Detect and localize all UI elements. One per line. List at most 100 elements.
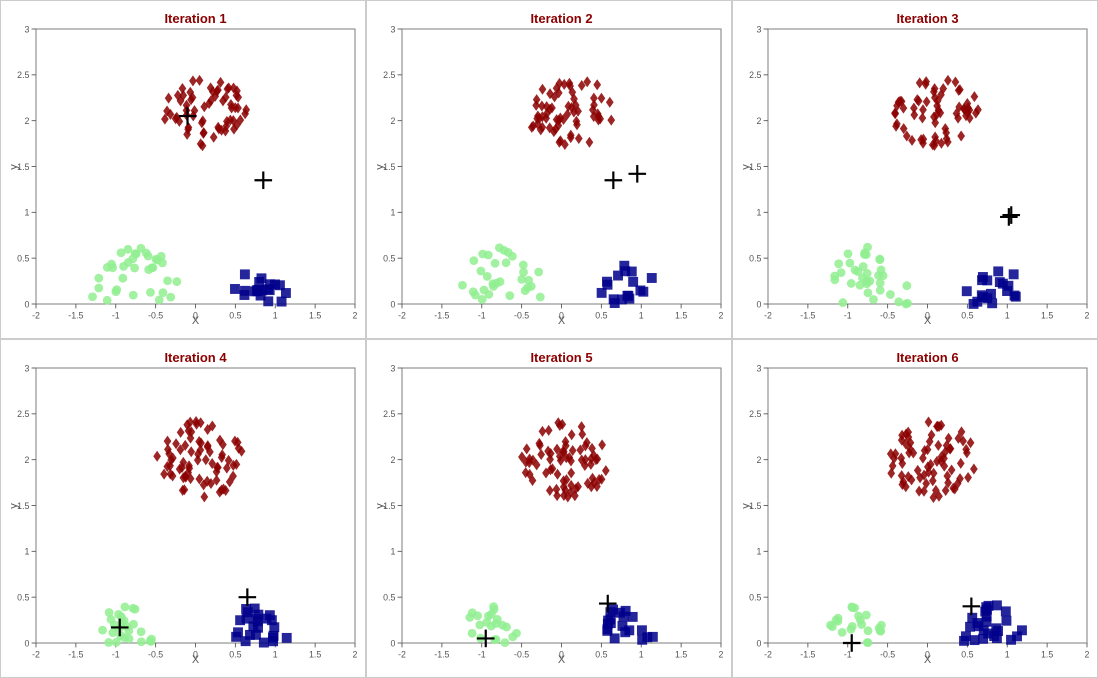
svg-text:1: 1 [639, 310, 644, 320]
y-axis-label-1: y [8, 164, 20, 170]
svg-text:-1: -1 [112, 310, 120, 320]
y-axis-label-6: y [740, 503, 752, 509]
plot-area-4: y-2-1.5-1-0.500.511.5200.511.522.53X [36, 367, 355, 644]
svg-text:1.5: 1.5 [675, 310, 687, 320]
svg-text:0: 0 [390, 299, 395, 309]
plot-3: Iteration 3y-2-1.5-1-0.500.511.5200.511.… [732, 0, 1098, 339]
svg-text:0: 0 [24, 299, 29, 309]
svg-text:2: 2 [756, 455, 761, 465]
svg-text:1.5: 1.5 [309, 649, 321, 659]
svg-text:0.5: 0.5 [749, 592, 761, 602]
svg-text:2: 2 [24, 455, 29, 465]
plot-area-5: y-2-1.5-1-0.500.511.5200.511.522.53X [402, 367, 721, 644]
svg-text:1: 1 [273, 310, 278, 320]
svg-text:1: 1 [756, 208, 761, 218]
svg-text:-2: -2 [764, 310, 772, 320]
svg-text:1: 1 [390, 208, 395, 218]
svg-text:-2: -2 [764, 649, 772, 659]
svg-text:0.5: 0.5 [229, 649, 241, 659]
svg-text:1: 1 [24, 208, 29, 218]
svg-text:-0.5: -0.5 [148, 649, 163, 659]
svg-text:-1: -1 [478, 310, 486, 320]
svg-text:0: 0 [390, 638, 395, 648]
svg-text:-1.5: -1.5 [68, 649, 83, 659]
svg-text:3: 3 [756, 24, 761, 34]
x-axis-label-5: X [558, 654, 565, 666]
svg-text:1.5: 1.5 [675, 649, 687, 659]
svg-text:1.5: 1.5 [1041, 310, 1053, 320]
svg-text:-0.5: -0.5 [148, 310, 163, 320]
svg-text:-1.5: -1.5 [800, 649, 815, 659]
x-axis-label-4: X [192, 654, 199, 666]
svg-text:-1: -1 [112, 649, 120, 659]
x-axis-label-1: X [192, 315, 199, 327]
plot-5: Iteration 5y-2-1.5-1-0.500.511.5200.511.… [366, 339, 732, 678]
svg-text:-0.5: -0.5 [514, 310, 529, 320]
svg-text:2.5: 2.5 [383, 409, 395, 419]
svg-text:3: 3 [390, 363, 395, 373]
svg-text:3: 3 [24, 24, 29, 34]
plots-grid: Iteration 1y-2-1.5-1-0.500.511.5200.511.… [0, 0, 1098, 667]
plot-title-6: Iteration 6 [768, 350, 1087, 365]
svg-text:-2: -2 [32, 310, 40, 320]
svg-text:2: 2 [353, 649, 358, 659]
svg-text:0: 0 [756, 638, 761, 648]
plot-1: Iteration 1 y-2-1.5-1-0.500.511.5200.511.… [0, 0, 366, 339]
svg-text:-1.5: -1.5 [434, 310, 449, 320]
svg-text:0.5: 0.5 [595, 310, 607, 320]
svg-text:0.5: 0.5 [961, 310, 973, 320]
svg-text:2: 2 [353, 310, 358, 320]
svg-text:1: 1 [639, 649, 644, 659]
svg-text:-1: -1 [844, 310, 852, 320]
svg-text:3: 3 [756, 363, 761, 373]
svg-text:1: 1 [1005, 649, 1010, 659]
y-axis-label-4: y [8, 503, 20, 509]
y-axis-label-3: y [740, 164, 752, 170]
svg-text:-1.5: -1.5 [434, 649, 449, 659]
svg-text:0.5: 0.5 [383, 253, 395, 263]
svg-text:2: 2 [390, 116, 395, 126]
plot-area-3: y-2-1.5-1-0.500.511.5200.511.522.53X [768, 28, 1087, 305]
svg-text:-1.5: -1.5 [68, 310, 83, 320]
svg-text:2: 2 [719, 649, 724, 659]
svg-text:2.5: 2.5 [17, 409, 29, 419]
svg-text:0.5: 0.5 [383, 592, 395, 602]
svg-text:-1: -1 [478, 649, 486, 659]
svg-text:1.5: 1.5 [1041, 649, 1053, 659]
y-axis-label-5: y [374, 503, 386, 509]
svg-text:1: 1 [24, 547, 29, 557]
svg-text:1: 1 [756, 547, 761, 557]
svg-text:1: 1 [273, 649, 278, 659]
svg-text:3: 3 [24, 363, 29, 373]
svg-text:0.5: 0.5 [595, 649, 607, 659]
plot-title-2: Iteration 2 [402, 11, 721, 26]
x-axis-label-3: X [924, 315, 931, 327]
svg-text:-1: -1 [844, 649, 852, 659]
svg-text:-0.5: -0.5 [514, 649, 529, 659]
svg-text:-0.5: -0.5 [880, 649, 895, 659]
svg-text:-2: -2 [32, 649, 40, 659]
svg-text:2: 2 [1085, 310, 1090, 320]
svg-text:1: 1 [390, 547, 395, 557]
plot-title-4: Iteration 4 [36, 350, 355, 365]
svg-text:2.5: 2.5 [749, 70, 761, 80]
plot-title-1: Iteration 1 [36, 11, 355, 26]
svg-text:2.5: 2.5 [383, 70, 395, 80]
y-axis-label-2: y [374, 164, 386, 170]
plot-6: Iteration 6 y-2-1.5-1-0.500.511.5200.511.… [732, 339, 1098, 678]
svg-text:2: 2 [1085, 649, 1090, 659]
svg-text:1.5: 1.5 [309, 310, 321, 320]
plot-4: Iteration 4 y-2-1.5-1-0.500.511.5200.511.… [0, 339, 366, 678]
plot-area-6: y-2-1.5-1-0.500.511.5200.511.522.53X [768, 367, 1087, 644]
svg-text:1: 1 [1005, 310, 1010, 320]
svg-text:0.5: 0.5 [961, 649, 973, 659]
svg-text:2: 2 [719, 310, 724, 320]
svg-text:-2: -2 [398, 310, 406, 320]
svg-text:2: 2 [756, 116, 761, 126]
svg-text:0: 0 [756, 299, 761, 309]
svg-text:0.5: 0.5 [749, 253, 761, 263]
svg-text:0.5: 0.5 [229, 310, 241, 320]
svg-text:2: 2 [390, 455, 395, 465]
plot-area-2: y-2-1.5-1-0.500.511.5200.511.522.53X [402, 28, 721, 305]
plot-area-1: y-2-1.5-1-0.500.511.5200.511.522.53X [36, 28, 355, 305]
